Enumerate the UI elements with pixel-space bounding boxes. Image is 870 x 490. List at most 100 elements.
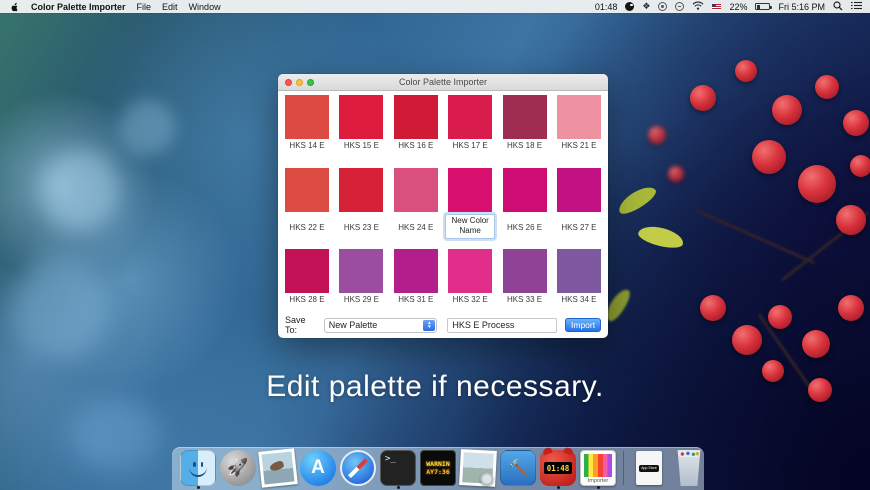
- palette-name-input[interactable]: HKS E Process: [447, 317, 558, 333]
- status-ring-icon[interactable]: [675, 2, 685, 11]
- apple-menu-icon[interactable]: [10, 1, 20, 12]
- color-swatch[interactable]: [502, 168, 547, 212]
- dock-finder-icon[interactable]: [180, 450, 216, 489]
- running-indicator-dot: [596, 486, 600, 489]
- berry: [815, 75, 839, 99]
- swatch-grid: HKS 14 E HKS 15 E HKS 16 E HKS 17 E HKS …: [278, 95, 608, 304]
- color-swatch[interactable]: [393, 248, 438, 293]
- import-button[interactable]: Import: [565, 318, 601, 332]
- swatch-cell[interactable]: HKS 32 E: [448, 248, 493, 304]
- swatch-cell[interactable]: HKS 15 E: [339, 95, 384, 150]
- swatch-label: HKS 33 E: [506, 294, 543, 304]
- dropbox-icon[interactable]: ❖: [642, 2, 650, 11]
- swatch-label: HKS 17 E: [452, 141, 488, 150]
- swatch-cell[interactable]: HKS 21 E: [556, 95, 601, 150]
- swatch-label: HKS 28 E: [289, 294, 325, 304]
- color-swatch[interactable]: [502, 248, 547, 293]
- notification-center-icon[interactable]: [851, 1, 862, 12]
- status-circle-icon[interactable]: [658, 2, 668, 11]
- bokeh-light: [40, 150, 120, 230]
- color-swatch[interactable]: [448, 248, 493, 293]
- berry: [838, 295, 864, 321]
- swatch-cell[interactable]: HKS 22 E: [285, 168, 329, 239]
- color-swatch[interactable]: [556, 95, 601, 139]
- swatch-cell[interactable]: HKS 34 E: [556, 248, 601, 304]
- swatch-cell[interactable]: HKS 16 E: [393, 95, 438, 150]
- tutorial-caption: Edit palette if necessary.: [266, 370, 604, 403]
- wifi-icon[interactable]: [692, 1, 704, 12]
- dock-alarm-clock-icon[interactable]: 01:48: [540, 450, 576, 489]
- battery-percent: 22%: [729, 1, 748, 12]
- swatch-cell[interactable]: HKS 31 E: [393, 248, 438, 304]
- swatch-cell[interactable]: HKS 33 E: [502, 248, 547, 304]
- swatch-cell[interactable]: New Color Name: [445, 168, 496, 239]
- dock-image-viewer-icon[interactable]: [459, 449, 497, 487]
- swatch-cell[interactable]: HKS 29 E: [339, 248, 384, 304]
- menu-window[interactable]: Window: [189, 2, 221, 12]
- color-swatch[interactable]: [339, 248, 384, 293]
- color-swatch[interactable]: [285, 248, 329, 293]
- dock-divider: [623, 451, 624, 485]
- select-stepper-icon: ▲ ▼: [423, 319, 436, 331]
- dock-terminal-icon[interactable]: >_: [380, 450, 416, 489]
- color-swatch[interactable]: [339, 95, 384, 139]
- swatch-label: HKS 21 E: [561, 141, 597, 150]
- menubar-clock[interactable]: Fri 5:16 PM: [778, 2, 825, 12]
- input-language-flag-icon[interactable]: [712, 3, 722, 10]
- menu-file[interactable]: File: [137, 2, 152, 12]
- dock-appstore-package-icon[interactable]: App Store: [631, 450, 667, 486]
- palette-select[interactable]: New Palette ▲ ▼: [323, 317, 438, 333]
- swatch-cell[interactable]: HKS 14 E: [285, 95, 329, 150]
- dock-launchpad-icon[interactable]: 🚀: [220, 450, 256, 486]
- color-swatch[interactable]: [448, 168, 493, 212]
- dock-color-palette-importer-icon[interactable]: Importer: [580, 450, 616, 489]
- dock-xcode-icon[interactable]: 🔨: [500, 450, 536, 486]
- berry: [850, 155, 870, 177]
- swatch-cell[interactable]: HKS 17 E: [448, 95, 493, 150]
- swatch-label: HKS 24 E: [398, 222, 434, 232]
- color-swatch[interactable]: [339, 168, 384, 212]
- color-name-edit-field[interactable]: New Color Name: [445, 214, 496, 239]
- bokeh-light: [120, 100, 175, 155]
- color-swatch[interactable]: [502, 95, 547, 139]
- color-swatch[interactable]: [285, 168, 329, 212]
- swatch-cell[interactable]: HKS 26 E: [502, 168, 547, 239]
- window-titlebar[interactable]: Color Palette Importer: [278, 74, 608, 91]
- swatch-cell[interactable]: HKS 27 E: [556, 168, 601, 239]
- menu-edit[interactable]: Edit: [162, 2, 178, 12]
- dock-led-clock-icon[interactable]: WARNIN AY7:36: [420, 450, 456, 486]
- berry: [768, 305, 792, 329]
- dock-photos-icon[interactable]: [258, 448, 298, 488]
- window-footer: Save To: New Palette ▲ ▼ HKS E Process Im…: [278, 312, 608, 338]
- dock: 🚀 A >_ WARNIN AY7:36 🔨 01:48 Importer App…: [172, 447, 704, 490]
- color-swatch[interactable]: [556, 248, 601, 293]
- swatch-label: HKS 16 E: [398, 141, 434, 150]
- leaf: [614, 182, 660, 218]
- dock-appstore-icon[interactable]: A: [300, 450, 336, 486]
- swatch-cell[interactable]: HKS 28 E: [285, 248, 329, 304]
- color-swatch[interactable]: [556, 168, 601, 212]
- color-swatch[interactable]: [448, 95, 493, 139]
- color-palette-importer-window: Color Palette Importer HKS 14 E HKS 15 E…: [278, 74, 608, 338]
- berry: [836, 205, 866, 235]
- berry: [798, 165, 836, 203]
- running-indicator-dot: [396, 486, 400, 489]
- swatch-cell[interactable]: HKS 23 E: [339, 168, 384, 239]
- menubar-app-name[interactable]: Color Palette Importer: [31, 2, 126, 12]
- swatch-cell[interactable]: HKS 18 E: [502, 95, 547, 150]
- color-swatch[interactable]: [393, 95, 438, 139]
- battery-icon[interactable]: [755, 3, 773, 10]
- color-swatch[interactable]: [393, 168, 438, 212]
- dock-safari-icon[interactable]: [340, 450, 376, 486]
- menubar-timer-text[interactable]: 01:48: [595, 2, 618, 12]
- color-swatch[interactable]: [285, 95, 329, 139]
- dock-trash-icon[interactable]: [671, 450, 707, 486]
- swatch-label: HKS 22 E: [289, 222, 325, 232]
- berry: [843, 110, 869, 136]
- spotlight-search-icon[interactable]: [833, 0, 843, 13]
- timer-status-icon[interactable]: [625, 2, 635, 11]
- save-to-label: Save To:: [285, 315, 306, 335]
- berry: [772, 95, 802, 125]
- swatch-cell[interactable]: HKS 24 E: [393, 168, 438, 239]
- berry: [690, 85, 716, 111]
